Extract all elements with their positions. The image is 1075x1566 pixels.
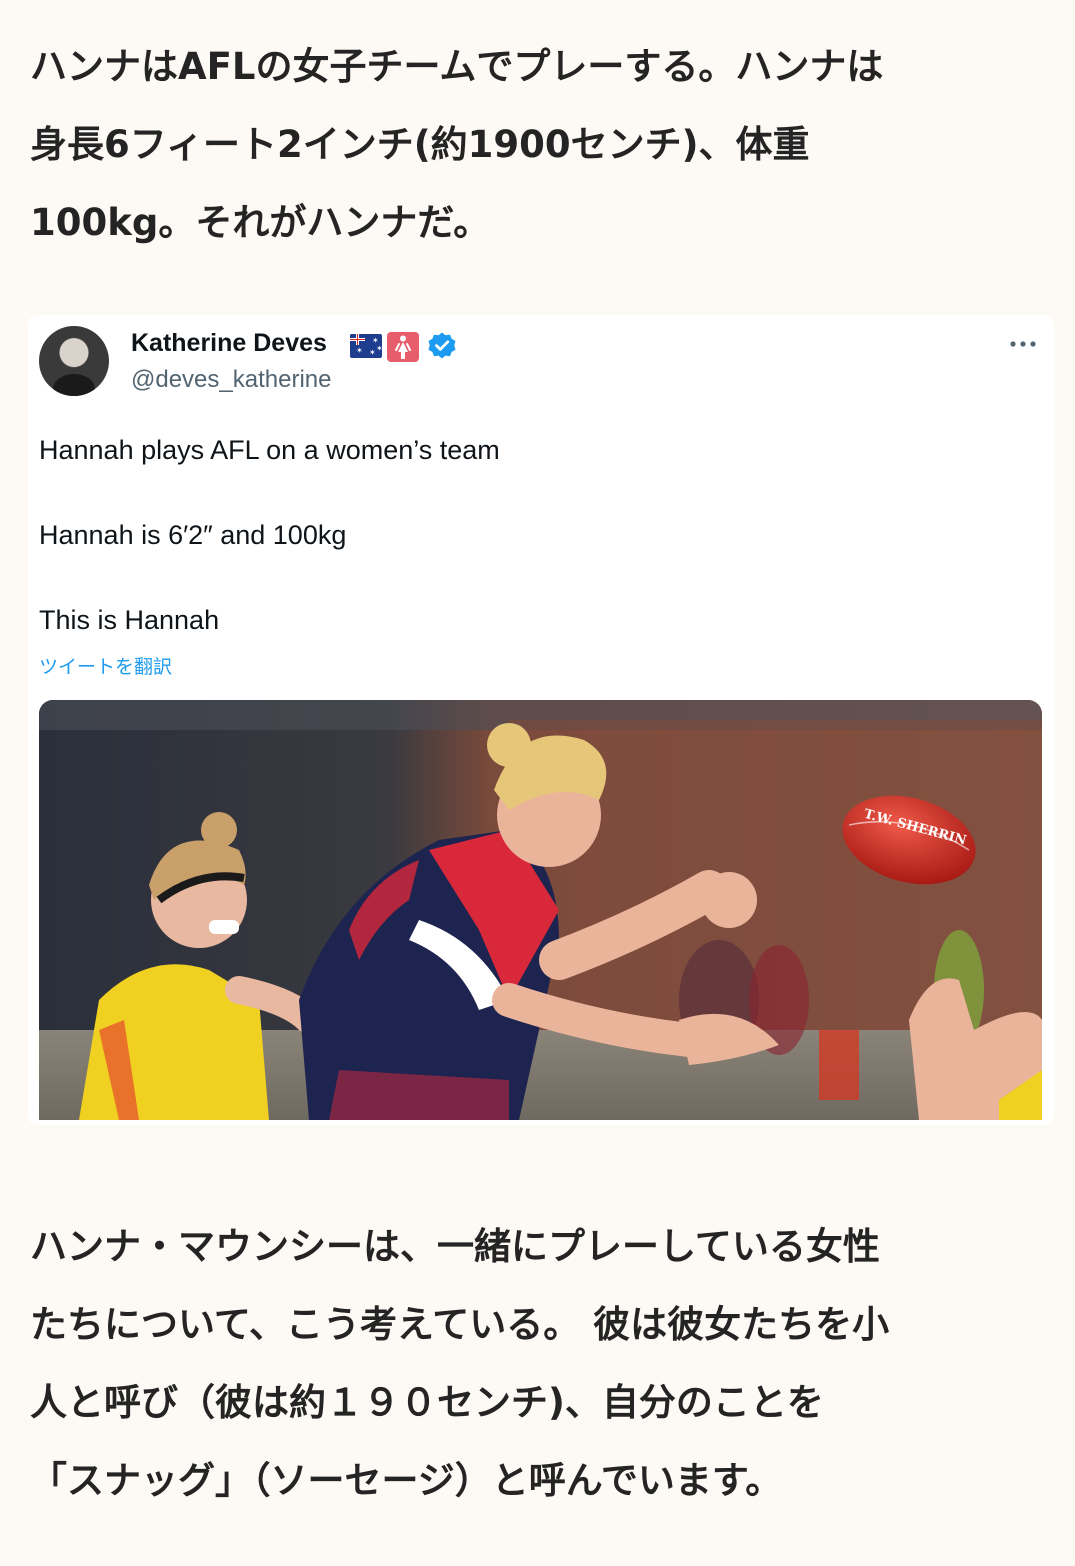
australia-flag-icon: ✶ ✶ ✶ ✶	[350, 334, 382, 358]
outro-line: たちについて、こう考えている。 彼は彼女たちを小	[30, 1303, 890, 1346]
outro-line: 「スナッグ」（ソーセージ）と呼んでいます。	[30, 1459, 783, 1502]
avatar[interactable]	[39, 326, 109, 396]
afl-match-photo: T.W. SHERRIN	[39, 700, 1042, 1120]
outro-line: ハンナ・マウンシーは、一緒にプレーしている女性	[30, 1225, 880, 1268]
embedded-tweet[interactable]: Katherine Deves ✶ ✶ ✶ ✶ @deves_katherine…	[28, 315, 1054, 1125]
outro-paragraph: ハンナ・マウンシーは、一緒にプレーしている女性 たちについて、こう考えている。 …	[30, 1208, 1050, 1520]
intro-line: 100kg。それがハンナだ。	[30, 201, 491, 244]
tweet-text-line: Hannah plays AFL on a women’s team	[39, 435, 500, 465]
intro-paragraph: ハンナはAFLの女子チームでプレーする。ハンナは 身長6フィート2インチ(約19…	[30, 28, 1050, 262]
more-options-icon[interactable]	[1008, 333, 1038, 355]
tweet-photo[interactable]: T.W. SHERRIN	[39, 700, 1042, 1120]
outro-line: 人と呼び（彼は約１９０センチ)、自分のことを	[30, 1381, 824, 1424]
translate-tweet-link[interactable]: ツイートを翻訳	[39, 652, 172, 679]
verified-badge-icon	[427, 331, 457, 365]
tweet-text-line: This is Hannah	[39, 605, 220, 635]
womens-symbol-icon	[387, 332, 419, 362]
intro-line: ハンナはAFLの女子チームでプレーする。ハンナは	[30, 45, 884, 88]
tweet-author-handle[interactable]: @deves_katherine	[131, 366, 331, 394]
tweet-text-line: Hannah is 6′2″ and 100kg	[39, 520, 347, 550]
intro-line: 身長6フィート2インチ(約1900センチ)、体重	[30, 123, 810, 166]
tweet-author-name[interactable]: Katherine Deves	[131, 329, 327, 358]
